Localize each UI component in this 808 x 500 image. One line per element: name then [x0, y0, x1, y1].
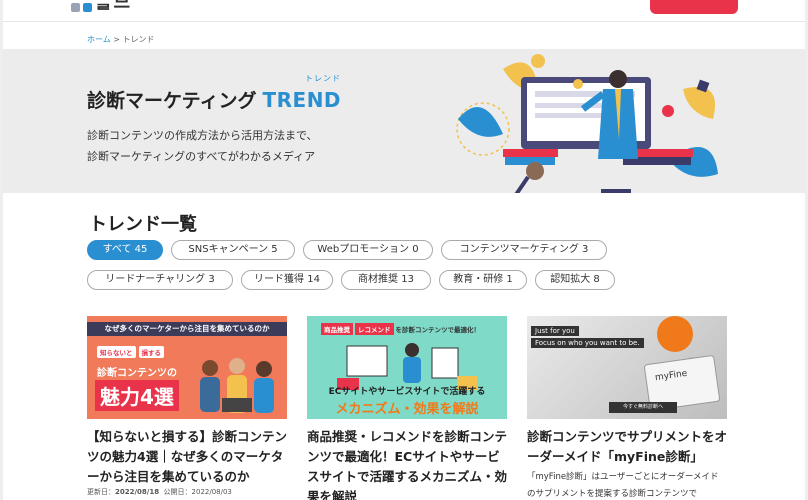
hero-desc-line: 診断コンテンツの作成方法から活用方法まで、	[87, 129, 318, 142]
thumb-tagline: 商品推奨 レコメンド を診断コンテンツで最適化！	[321, 323, 480, 335]
logo-mark-icon	[83, 3, 92, 12]
tag-lead-acquisition[interactable]: リード獲得 14	[241, 270, 333, 290]
published-date: 2022/08/03	[191, 488, 232, 496]
thumb-button: 今すぐ無料診断へ	[609, 402, 677, 413]
thumb-badge: 損する	[138, 346, 164, 358]
tag-all[interactable]: すべて 45	[87, 240, 163, 260]
tag-content-marketing[interactable]: コンテンツマーケティング 3	[441, 240, 607, 260]
thumb-big-text: メカニズム・効果を解説	[335, 402, 479, 417]
updated-date: 2022/08/18	[115, 488, 160, 496]
tag-lead-nurturing[interactable]: リードナーチャリング 3	[87, 270, 233, 290]
published-label: 公開日：	[163, 488, 192, 496]
thumb-tag: 商品推奨	[321, 323, 353, 335]
tag-education[interactable]: 教育・研修 1	[439, 270, 527, 290]
site-logo[interactable]: ᆯ므	[71, 0, 132, 12]
hero-illustration	[456, 54, 718, 193]
tag-sns-campaign[interactable]: SNSキャンペーン 5	[171, 240, 295, 260]
breadcrumb: ホーム > トレンド	[87, 34, 155, 45]
article-title[interactable]: 【知らないと損する】診断コンテンツの魅力4選｜なぜ多くのマーケターから注目を集め…	[87, 427, 287, 487]
article-title[interactable]: 商品推奨・レコメンドを診断コンテンツで最適化！ECサイトやサービスサイトで活躍す…	[307, 427, 507, 500]
page: ᆯ므 ホーム > トレンド トレンド 診断マーケティング TREND 診断コンテン…	[3, 0, 805, 500]
page-title-jp: 診断マーケティング	[87, 90, 257, 112]
article-title[interactable]: 診断コンテンツでサプリメントをオーダーメイド「myFine診断」	[527, 427, 727, 467]
thumb-badges: 知らないと 損する	[97, 346, 164, 358]
people-illustration	[200, 358, 274, 413]
page-title: 診断マーケティング TREND	[87, 86, 341, 113]
thumb-badge: 知らないと	[97, 346, 136, 358]
tag-product-recommend[interactable]: 商材推奨 13	[341, 270, 431, 290]
thumb-tag: レコメンド	[355, 323, 394, 335]
header-cta-button[interactable]	[650, 0, 738, 14]
thumb-tagline-text: を診断コンテンツで最適化！	[395, 326, 481, 334]
section-title: トレンド一覧	[89, 214, 197, 235]
article-excerpt: 「myFine診断」はユーザーごとにオーダーメイドのサプリメントを提案する診断コ…	[527, 472, 719, 499]
article-card[interactable]: なぜ多くのマーケターから注目を集めているのか 知らないと 損する 診断コンテンツ…	[87, 316, 287, 497]
thumb-line: ECサイトやサービスサイトで活躍する	[328, 387, 486, 397]
hero-description: 診断コンテンツの作成方法から活用方法まで、 診断マーケティングのすべてがわかるメ…	[87, 125, 318, 167]
thumb-banner: なぜ多くのマーケターから注目を集めているのか	[87, 322, 287, 336]
site-header: ᆯ므	[3, 0, 805, 22]
updated-label: 更新日：	[87, 488, 115, 496]
article-thumbnail[interactable]: なぜ多くのマーケターから注目を集めているのか 知らないと 損する 診断コンテンツ…	[87, 316, 287, 419]
logo-mark-icon	[71, 3, 80, 12]
hero-desc-line: 診断マーケティングのすべてがわかるメディア	[87, 150, 316, 163]
tag-awareness[interactable]: 認知拡大 8	[535, 270, 615, 290]
article-thumbnail[interactable]: Just for you Focus on who you want to be…	[527, 316, 727, 419]
article-thumbnail[interactable]: 商品推奨 レコメンド を診断コンテンツで最適化！ ECサイトやサービスサイトで活…	[307, 316, 507, 419]
article-dates: 更新日：2022/08/18 公開日：2022/08/03	[87, 487, 287, 497]
browser-frame: ᆯ므 ホーム > トレンド トレンド 診断マーケティング TREND 診断コンテン…	[0, 0, 808, 500]
breadcrumb-home-link[interactable]: ホーム	[87, 35, 111, 44]
article-card[interactable]: Just for you Focus on who you want to be…	[527, 316, 727, 500]
breadcrumb-current: トレンド	[122, 35, 155, 44]
page-title-en: TREND	[262, 88, 342, 112]
article-card[interactable]: 商品推奨 レコメンド を診断コンテンツで最適化！ ECサイトやサービスサイトで活…	[307, 316, 507, 500]
logo-text: ᆯ므	[95, 0, 133, 13]
thumb-big-text: 魅力4選	[95, 380, 179, 411]
tag-web-promotion[interactable]: Webプロモーション 0	[303, 240, 433, 260]
hero-banner: トレンド 診断マーケティング TREND 診断コンテンツの作成方法から活用方法まで…	[3, 49, 805, 193]
hero-ruby: トレンド	[305, 74, 341, 83]
thumb-line: 診断コンテンツの	[97, 368, 177, 379]
breadcrumb-separator: >	[110, 35, 123, 44]
